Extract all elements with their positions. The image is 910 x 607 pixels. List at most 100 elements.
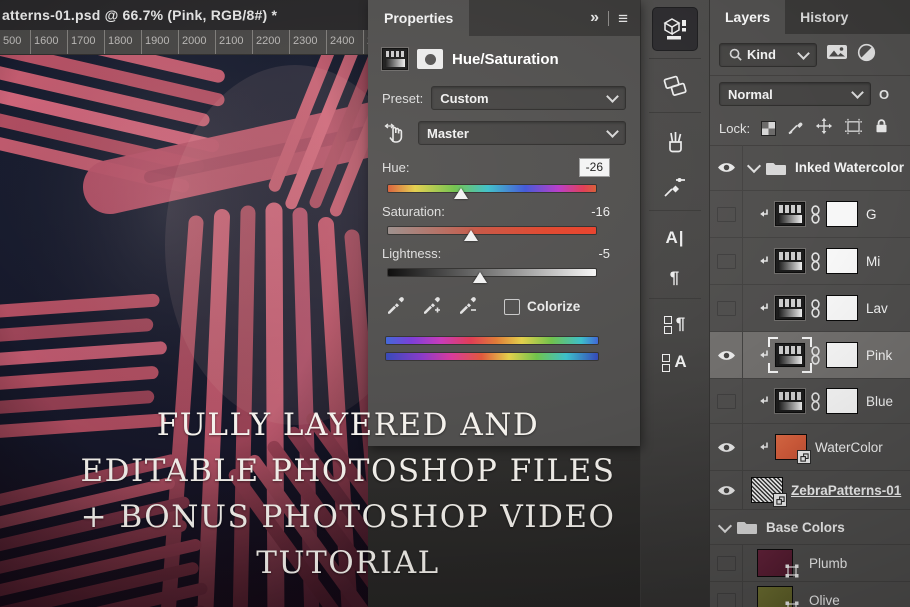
adjustment-layer-thumbnail[interactable] [775,389,805,413]
eyedropper-minus-icon[interactable] [458,294,478,319]
dock-brushes-panel-button[interactable] [641,120,709,164]
lock-transparency-icon[interactable] [761,121,776,136]
layer-row-inked-watercolor[interactable]: Inked Watercolor [710,145,910,191]
layer-name: Mi [866,254,880,269]
lock-all-icon[interactable] [874,118,889,139]
adjustment-layer-thumbnail[interactable] [775,202,805,226]
layer-row-pink-selected[interactable]: Pink [710,332,910,379]
layer-row-adjustment[interactable]: Lav [710,285,910,332]
dock-character-panel-button[interactable]: A| [641,216,709,260]
tab-history[interactable]: History [785,0,863,34]
group-expand-chevron-icon[interactable] [747,159,761,173]
eyedropper-icon[interactable] [386,294,406,319]
lightness-slider[interactable] [388,269,596,276]
visibility-toggle[interactable] [710,582,743,607]
ruler-mark: 2400 [326,30,363,54]
lock-artboard-icon[interactable] [844,118,863,140]
clipping-mask-arrow-icon [757,395,769,407]
dock-paragraph-panel-button[interactable]: ¶ [641,256,709,300]
visibility-toggle[interactable] [710,145,743,190]
layer-row-plumb[interactable]: Plumb [710,545,910,582]
layer-row-olive[interactable]: Olive [710,582,910,607]
color-layer-thumbnail[interactable] [757,586,793,607]
adjustment-layer-thumbnail[interactable] [775,296,805,320]
folder-icon [765,160,787,176]
layer-row-adjustment[interactable]: Blue [710,379,910,424]
transform-bbox-badge-icon [785,564,799,583]
visibility-toggle[interactable] [710,545,743,581]
layer-row-watercolor[interactable]: WaterColor [710,424,910,471]
hue-slider[interactable] [388,185,596,192]
lightness-label: Lightness: [382,246,441,261]
lock-row: Lock: [710,112,910,146]
layer-mask-thumbnail[interactable] [826,388,858,414]
preset-dropdown[interactable]: Custom [431,86,626,110]
filter-pixel-layers-icon[interactable] [826,43,848,66]
eye-hidden-box [717,301,736,316]
properties-panel: Properties » ≡ Hue/Saturation Preset: Cu… [368,0,640,446]
dock-character-styles-panel-button[interactable]: A [641,340,709,384]
dock-brush-settings-panel-button[interactable] [641,165,709,209]
hue-slider-thumb[interactable] [454,188,468,199]
marketing-overlay-text: FULLY LAYERED AND EDITABLE PHOTOSHOP FIL… [52,402,644,586]
ruler-mark: 2200 [252,30,289,54]
saturation-value[interactable]: -16 [591,204,610,219]
color-layer-thumbnail[interactable] [757,549,793,577]
saturation-slider-thumb[interactable] [464,230,478,241]
smart-object-thumbnail[interactable] [751,477,783,503]
visibility-toggle[interactable] [710,285,743,331]
collapse-panel-icon[interactable]: » [590,9,599,27]
clipping-mask-arrow-icon [757,441,769,453]
dock-materials-panel-button[interactable] [641,64,709,108]
ruler-mark: 1700 [67,30,104,54]
adjustment-layer-thumbnail[interactable] [775,343,805,367]
preset-value: Custom [440,91,608,106]
layer-row-zebrapatterns[interactable]: ZebraPatterns-01 [710,471,910,510]
visibility-toggle[interactable] [710,238,743,284]
layer-mask-thumbnail[interactable] [826,201,858,227]
group-expand-chevron-icon[interactable] [718,518,732,532]
tab-layers[interactable]: Layers [710,0,785,34]
targeted-adjustment-tool-icon[interactable] [382,120,410,146]
transform-bbox-badge-icon [785,601,799,607]
hue-spectrum-bars [386,337,598,360]
adjustment-layer-thumbnail[interactable] [775,249,805,273]
eyedropper-plus-icon[interactable] [422,294,442,319]
layers-panel: Layers History Kind [710,0,910,607]
colorize-checkbox[interactable] [504,299,520,315]
saturation-slider[interactable] [388,227,596,234]
document-title: atterns-01.psd @ 66.7% (Pink, RGB/8#) * [0,0,368,30]
panel-menu-icon[interactable]: ≡ [618,10,628,27]
layer-mask-thumbnail[interactable] [826,295,858,321]
visibility-toggle[interactable] [710,191,743,237]
filter-kind-dropdown[interactable]: Kind [719,43,817,67]
layer-mask-icon[interactable] [417,49,443,69]
lightness-slider-thumb[interactable] [473,272,487,283]
layer-row-base-colors[interactable]: Base Colors [710,510,910,545]
layer-mask-thumbnail[interactable] [826,248,858,274]
visibility-toggle[interactable] [710,471,743,509]
preset-label: Preset: [382,91,423,106]
layer-name: Base Colors [766,520,845,535]
smart-object-thumbnail[interactable] [775,434,807,460]
layer-row-adjustment[interactable]: Mi [710,238,910,285]
blend-mode-dropdown[interactable]: Normal [719,82,871,106]
visibility-toggle[interactable] [710,424,743,470]
lock-position-move-icon[interactable] [815,117,833,140]
layer-mask-thumbnail[interactable] [826,342,858,368]
lightness-value[interactable]: -5 [598,246,610,261]
lock-pixels-brush-icon[interactable] [787,118,804,140]
overlay-line: TUTORIAL [52,540,644,586]
overlay-line: FULLY LAYERED AND [52,402,644,448]
hue-spectrum-adjusted-bar [386,353,598,360]
hue-value[interactable]: -26 [579,158,610,177]
dock-3d-panel-button[interactable] [652,7,698,51]
layer-list: Inked Watercolor G [710,145,910,607]
layer-row-adjustment[interactable]: G [710,191,910,238]
channel-dropdown[interactable]: Master [418,121,626,145]
visibility-toggle[interactable] [710,379,743,423]
visibility-toggle[interactable] [710,332,743,378]
filter-adjustment-layers-icon[interactable] [857,43,876,67]
tab-properties[interactable]: Properties [368,0,469,36]
blend-mode-row: Normal O [710,76,910,112]
